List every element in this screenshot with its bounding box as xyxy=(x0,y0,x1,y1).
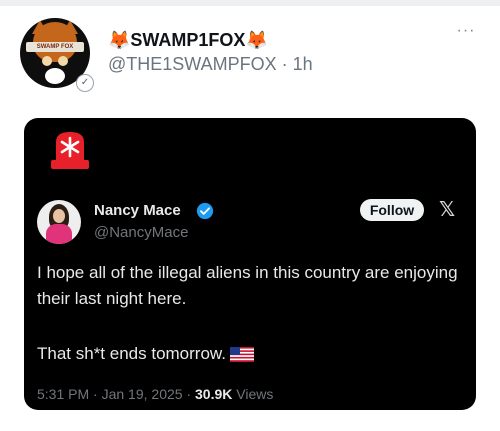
embedded-post-meta: 5:31 PM · Jan 19, 2025 · 30.9K Views xyxy=(37,386,273,402)
fox-emoji-left: 🦊 xyxy=(108,30,131,50)
embedded-author-name: Nancy Mace xyxy=(94,202,181,219)
post-date: Jan 19, 2025 xyxy=(101,386,183,402)
avatar-eye-left xyxy=(42,56,52,66)
nancy-mace-avatar xyxy=(37,200,81,244)
avatar-badge xyxy=(45,68,65,84)
author-handle[interactable]: @THE1SWAMPFOX xyxy=(108,54,277,74)
post-time-ago[interactable]: 1h xyxy=(293,54,313,74)
verified-check-icon xyxy=(196,202,214,220)
embedded-screenshot[interactable]: Nancy Mace @NancyMace Follow 𝕏 I hope al… xyxy=(24,118,476,410)
follow-button: Follow xyxy=(360,199,424,221)
top-divider xyxy=(0,0,500,6)
avatar-face xyxy=(53,209,65,223)
x-logo-icon: 𝕏 xyxy=(438,199,456,221)
fox-emoji-right: 🦊 xyxy=(245,30,268,50)
embedded-author-handle: @NancyMace xyxy=(94,224,189,241)
avatar-coat xyxy=(46,224,72,244)
views-label: Views xyxy=(236,386,274,402)
meta-dot: · xyxy=(93,386,98,402)
post-time: 5:31 PM xyxy=(37,386,90,402)
author-name: SWAMP1FOX xyxy=(130,30,246,50)
avatar-banner: SWAMP FOX xyxy=(26,42,84,52)
account-badge-icon: ✓ xyxy=(76,74,94,92)
avatar-eye-right xyxy=(58,56,68,66)
views-count: 30.9K xyxy=(195,386,233,402)
more-options-icon[interactable]: ··· xyxy=(452,22,480,40)
author-handle-line: @THE1SWAMPFOX · 1h xyxy=(108,54,313,75)
embedded-post-text: I hope all of the illegal aliens in this… xyxy=(37,263,458,308)
siren-icon xyxy=(51,132,89,169)
meta-dot: · xyxy=(186,386,192,402)
embedded-post-text-2: That sh*t ends tomorrow. xyxy=(37,341,462,367)
us-flag-icon xyxy=(229,347,254,363)
embedded-post-line2: That sh*t ends tomorrow. xyxy=(37,344,226,363)
author-display-name[interactable]: 🦊SWAMP1FOX🦊 xyxy=(108,30,268,51)
handle-separator: · xyxy=(281,54,288,74)
